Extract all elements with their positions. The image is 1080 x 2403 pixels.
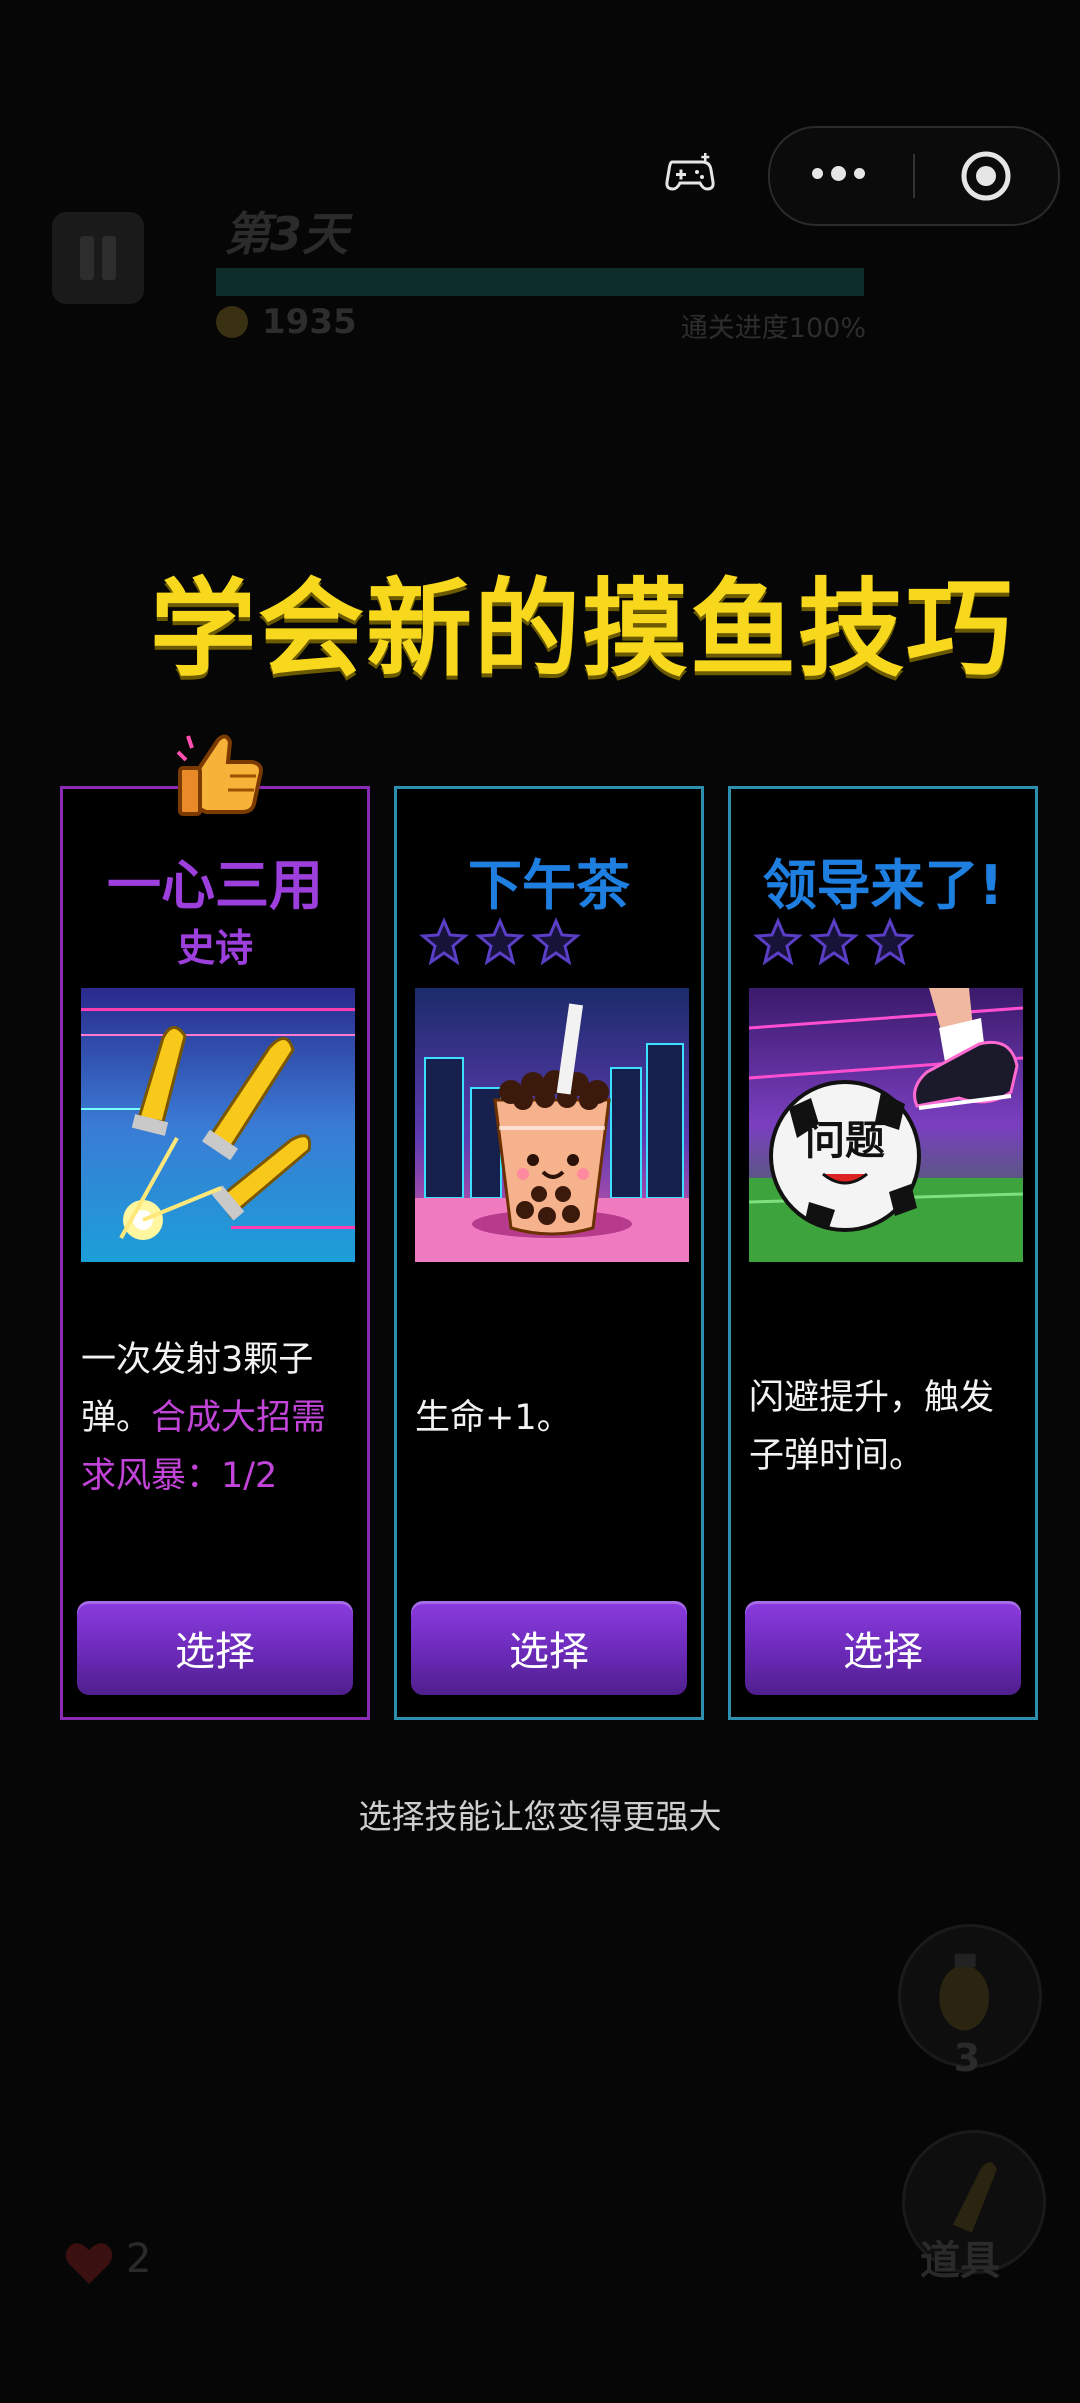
skill-name: 一心三用 [107,854,323,917]
star-outline-icon [753,917,803,966]
target-icon[interactable] [960,150,1012,202]
select-button-3[interactable]: 选择 [745,1601,1021,1695]
grenade-count: 3 [953,2036,981,2080]
mini-program-capsule [768,126,1060,226]
skill-card-3[interactable]: 领导来了! 问题 闪避提升，触发子弹时间。 选择 [728,786,1038,1720]
star-outline-icon [475,917,525,966]
star-outline-icon [865,917,915,966]
skill-heading: 学会新的摸鱼技巧 [150,568,1014,691]
skill-description: 闪避提升，触发子弹时间。 [749,1378,995,1476]
skill-card-2[interactable]: 下午茶 生命+1。 选择 [394,786,704,1720]
coin-icon [216,306,248,338]
day-title: 第3天 [224,207,349,261]
thumbs-up-icon [176,734,263,816]
skill-description: 一次发射3颗子弹。合成大招需求风暴：1/2 [81,1340,327,1496]
skill-description: 生命+1。 [415,1398,572,1438]
skill-card-1[interactable]: 一心三用 史诗 一次发射3颗子弹。合成大招需求风暴：1/2 选择 [60,786,370,1720]
gamepad-icon[interactable] [664,152,716,192]
hint-text: 选择技能让您变得更强大 [358,1797,722,1836]
ball-label: 问题 [805,1118,885,1164]
more-dots-icon[interactable] [812,166,865,181]
lives-count: 2 [126,2236,152,2282]
skill-image-bubble-tea [415,988,689,1262]
select-button-2[interactable]: 选择 [411,1601,687,1695]
star-rating [753,917,915,967]
coin-count: 1935 [262,302,357,342]
rarity-label: 史诗 [176,926,253,970]
skill-image-soccer-kick: 问题 [749,988,1023,1262]
level-progress-bar [216,268,864,296]
progress-text: 通关进度100% [680,313,866,344]
game-hud: 第3天 1935 通关进度100% [0,0,1080,400]
skill-name: 下午茶 [468,854,630,917]
star-outline-icon [531,917,581,966]
star-outline-icon [419,917,469,966]
pause-icon [80,236,94,280]
select-button-1[interactable]: 选择 [77,1601,353,1695]
skill-name: 领导来了! [762,854,1004,917]
star-outline-icon [809,917,859,966]
skill-image-bullets [81,988,355,1262]
item-label: 道具 [920,2238,1000,2284]
heart-icon [65,2243,113,2284]
pause-button[interactable] [52,212,144,304]
star-rating [419,917,581,967]
